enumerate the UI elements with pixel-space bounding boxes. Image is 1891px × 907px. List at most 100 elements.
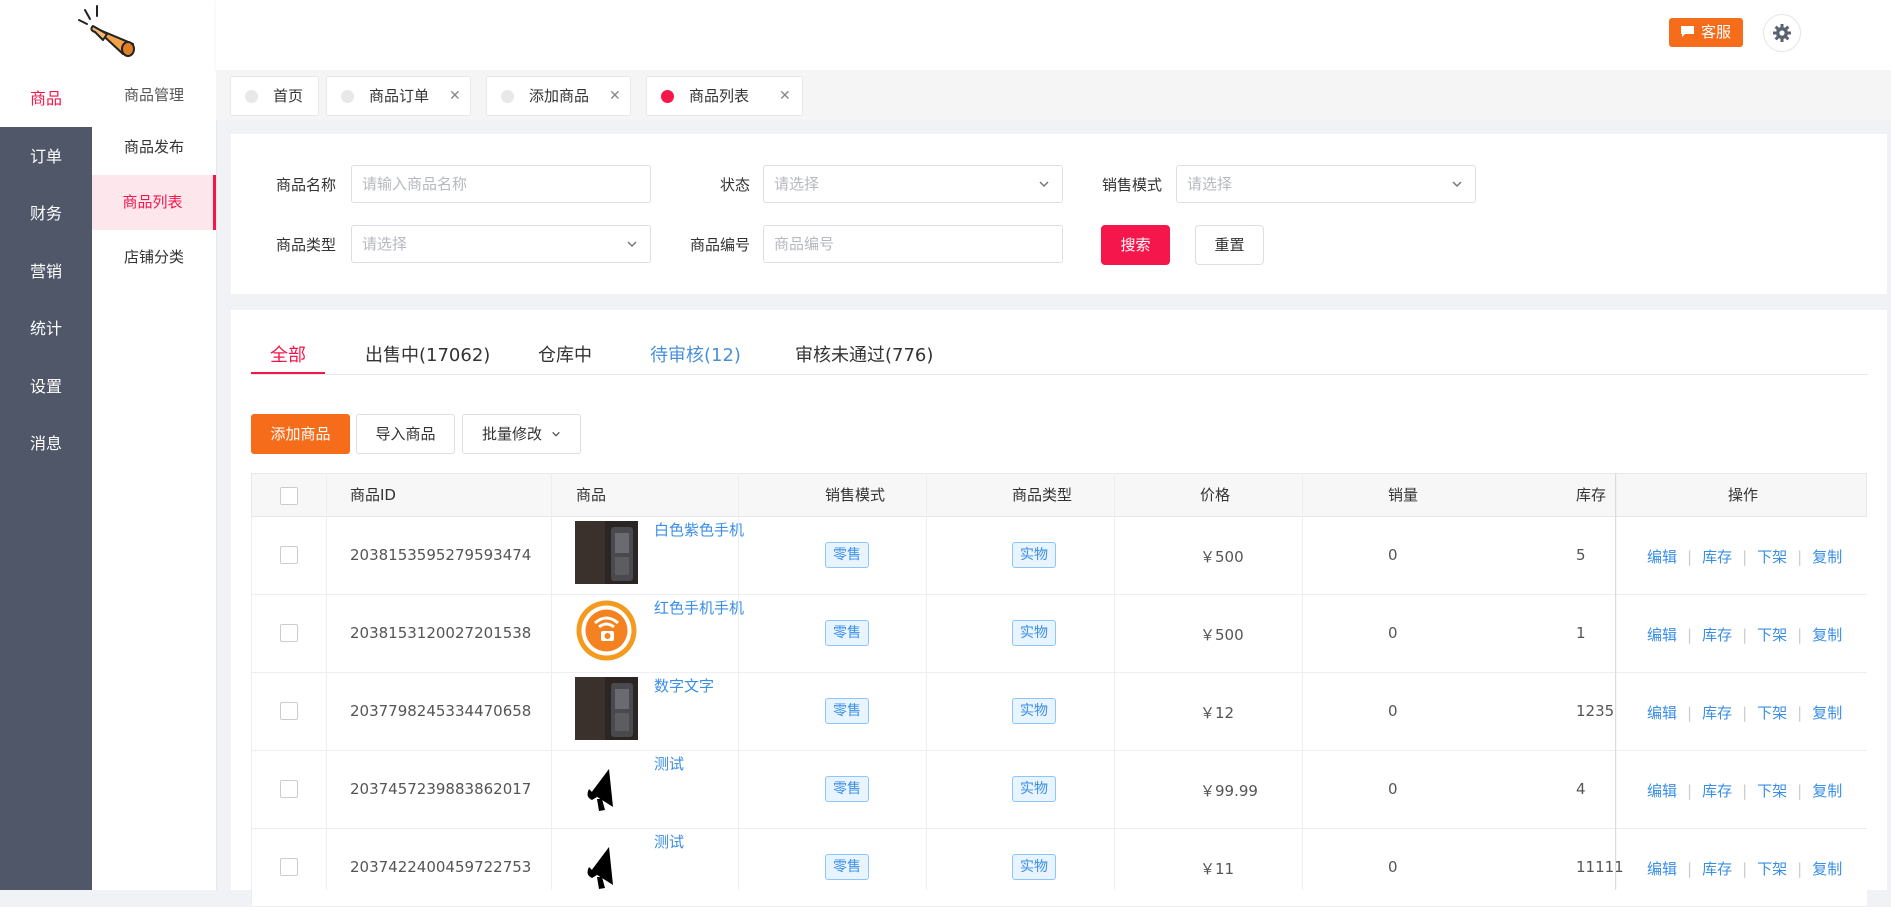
divider: | [1797,704,1803,722]
settings-button[interactable] [1763,14,1801,52]
product-thumbnail[interactable] [575,521,638,584]
edit-link[interactable]: 编辑 [1647,782,1677,800]
page-tab-home[interactable]: 首页 [230,76,319,116]
product-name-link[interactable]: 红色手机手机 [654,597,744,618]
delist-link[interactable]: 下架 [1757,548,1787,566]
nav-item-product[interactable]: 商品 [0,70,92,127]
row-checkbox[interactable] [280,624,298,642]
edit-link[interactable]: 编辑 [1647,704,1677,722]
divider: | [1797,860,1803,878]
row-actions: 编辑 | 库存 | 下架 | 复制 [1647,780,1842,801]
select-all-checkbox[interactable] [280,487,298,505]
close-icon[interactable]: ✕ [609,77,621,115]
delist-link[interactable]: 下架 [1757,704,1787,722]
row-checkbox[interactable] [280,858,298,876]
product-type-placeholder: 请选择 [362,235,408,253]
sale-mode-placeholder: 请选择 [1187,175,1233,193]
page-tab-add-product[interactable]: 添加商品 ✕ [486,76,631,116]
divider: | [1742,626,1748,644]
edit-link[interactable]: 编辑 [1647,860,1677,878]
nav-item-statistics[interactable]: 统计 [0,300,92,357]
copy-link[interactable]: 复制 [1812,548,1842,566]
price: ￥500 [1200,548,1244,566]
reset-button[interactable]: 重置 [1195,225,1264,265]
add-product-button[interactable]: 添加商品 [251,414,350,454]
chevron-down-icon [551,431,560,437]
nav-item-settings[interactable]: 设置 [0,358,92,415]
batch-edit-dropdown[interactable]: 批量修改 [462,414,581,454]
delist-link[interactable]: 下架 [1757,626,1787,644]
product-thumbnail[interactable] [575,833,638,896]
product-name-link[interactable]: 测试 [654,753,684,774]
page-tab-label: 商品订单 [369,87,430,105]
product-code-field[interactable] [763,225,1063,263]
product-id: 2037457239883862017 [350,780,532,798]
copy-link[interactable]: 复制 [1812,860,1842,878]
sales-count: 0 [1388,780,1398,798]
nav-item-product-publish[interactable]: 商品发布 [92,120,216,175]
tab-all[interactable]: 全部 [270,341,306,367]
nav-item-marketing[interactable]: 营销 [0,243,92,300]
product-type-label: 商品类型 [275,236,336,254]
divider: | [1687,782,1693,800]
tab-review-rejected[interactable]: 审核未通过(776) [795,341,933,367]
batch-edit-label: 批量修改 [482,425,543,443]
nav-item-shop-category[interactable]: 店铺分类 [92,230,216,285]
sale-mode-select[interactable]: 请选择 [1176,165,1476,203]
tab-pending-review[interactable]: 待审核(12) [650,341,741,367]
nav-item-order[interactable]: 订单 [0,128,92,185]
import-product-button[interactable]: 导入商品 [356,414,455,454]
product-type-select[interactable]: 请选择 [351,225,651,263]
divider: | [1742,860,1748,878]
nav-item-finance[interactable]: 财务 [0,185,92,242]
tab-on-sale[interactable]: 出售中(17062) [365,341,490,367]
row-checkbox[interactable] [280,546,298,564]
edit-link[interactable]: 编辑 [1647,626,1677,644]
product-thumbnail[interactable] [575,677,638,740]
stock-link[interactable]: 库存 [1702,548,1732,566]
edit-link[interactable]: 编辑 [1647,548,1677,566]
delist-link[interactable]: 下架 [1757,860,1787,878]
customer-service-label: 客服 [1701,23,1732,41]
stock-link[interactable]: 库存 [1702,860,1732,878]
product-name-input[interactable] [352,166,650,202]
product-code-input[interactable] [764,226,1062,262]
customer-service-button[interactable]: 客服 [1669,18,1743,47]
tab-status-dot [661,90,674,103]
copy-link[interactable]: 复制 [1812,626,1842,644]
divider: | [1687,548,1693,566]
status-placeholder: 请选择 [774,175,820,193]
status-select[interactable]: 请选择 [763,165,1063,203]
column-header-stock: 库存 [1576,486,1607,504]
tab-in-warehouse[interactable]: 仓库中 [538,341,592,367]
product-thumbnail[interactable] [575,755,638,818]
product-name-link[interactable]: 测试 [654,831,684,852]
delist-link[interactable]: 下架 [1757,782,1787,800]
product-thumbnail[interactable] [575,599,638,662]
sale-mode-tag: 零售 [825,698,869,724]
product-code-label: 商品编号 [689,236,750,254]
close-icon[interactable]: ✕ [779,77,791,115]
product-name-field[interactable] [351,165,651,203]
page-tab-product-list[interactable]: 商品列表 ✕ [646,76,803,116]
product-name-link[interactable]: 白色紫色手机 [654,519,744,540]
column-divider [326,473,327,890]
row-checkbox[interactable] [280,780,298,798]
stock-link[interactable]: 库存 [1702,626,1732,644]
close-icon[interactable]: ✕ [449,77,461,115]
page-tab-orders[interactable]: 商品订单 ✕ [326,76,471,116]
product-id: 2037422400459722753 [350,858,532,876]
nav-item-message[interactable]: 消息 [0,415,92,472]
copy-link[interactable]: 复制 [1812,782,1842,800]
search-button[interactable]: 搜索 [1101,225,1170,265]
tabs-divider [251,374,1868,375]
product-name-link[interactable]: 数字文字 [654,675,714,696]
stock-link[interactable]: 库存 [1702,704,1732,722]
divider: | [1797,626,1803,644]
divider: | [1687,860,1693,878]
active-tab-indicator [251,372,325,374]
copy-link[interactable]: 复制 [1812,704,1842,722]
stock-link[interactable]: 库存 [1702,782,1732,800]
nav-item-product-list[interactable]: 商品列表 [92,175,216,230]
row-checkbox[interactable] [280,702,298,720]
